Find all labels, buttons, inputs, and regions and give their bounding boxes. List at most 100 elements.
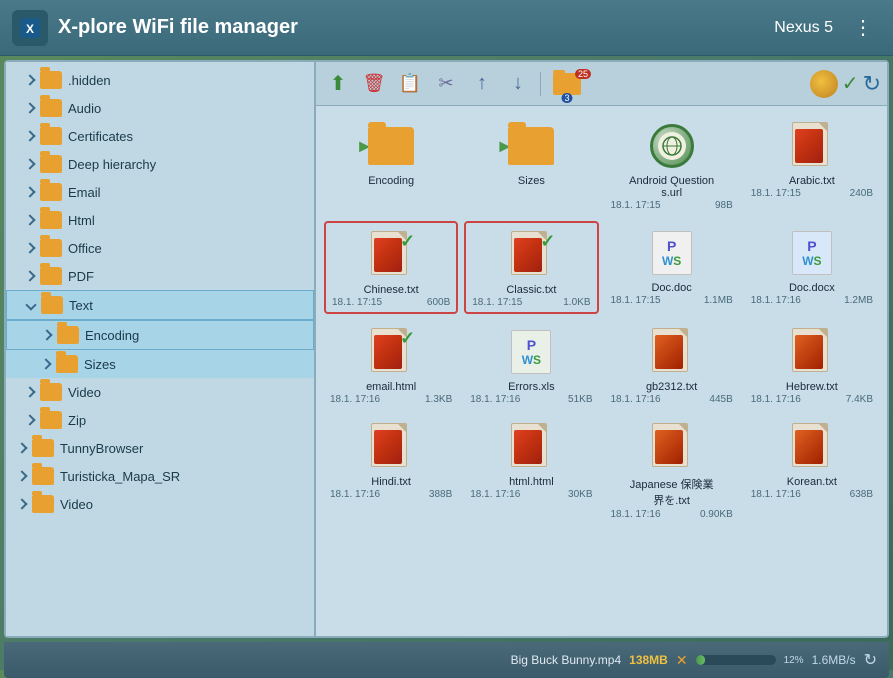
list-item[interactable]: Android Questions.url 18.1. 17:15 98B (605, 114, 739, 215)
letter-s: S (533, 353, 541, 367)
file-name: Arabic.txt (789, 175, 835, 187)
file-date: 18.1. 17:15 (611, 295, 661, 306)
txt-overlay (514, 430, 542, 464)
sidebar-item-audio[interactable]: Audio (6, 94, 314, 122)
sidebar-item-video[interactable]: Video (6, 378, 314, 406)
file-icon-wrap: ▶ (365, 120, 417, 172)
status-cancel-button[interactable]: ✕ (676, 652, 688, 669)
file-date: 18.1. 17:15 (472, 297, 522, 308)
file-size: 1.0KB (563, 297, 590, 308)
file-meta: 18.1. 17:16 1.2MB (749, 295, 875, 306)
sidebar-item-text[interactable]: Text (6, 290, 314, 320)
status-refresh-button[interactable]: ↻ (864, 650, 877, 670)
back-button[interactable]: ⬆ (322, 69, 354, 99)
file-name: Android Questions.url (627, 175, 717, 199)
list-item[interactable]: ✓ email.html 18.1. 17:16 1.3KB (324, 320, 458, 409)
file-name: html.html (509, 476, 554, 488)
status-filename: Big Buck Bunny.mp4 (511, 653, 622, 667)
delete-button[interactable]: 🗑 (358, 69, 390, 99)
list-item[interactable]: P W S Errors.xls 18.1. 17:16 51KB (464, 320, 598, 409)
folder-icon (40, 383, 62, 401)
office-xls-icon: P W S (511, 330, 551, 374)
upload-button[interactable]: ↑ (466, 69, 498, 99)
title-left: X X-plore WiFi file manager (12, 10, 298, 46)
chevron-right-icon (16, 442, 27, 453)
letter-p: P (807, 238, 816, 254)
copy-button[interactable]: 📋 (394, 69, 426, 99)
file-size: 1.3KB (425, 394, 452, 405)
file-meta: 18.1. 17:16 30KB (468, 489, 594, 500)
list-item[interactable]: html.html 18.1. 17:16 30KB (464, 415, 598, 524)
sidebar-item-office[interactable]: Office (6, 234, 314, 262)
letter-w: W (662, 254, 673, 268)
sidebar-item-tunnybrowser[interactable]: TunnyBrowser (6, 434, 314, 462)
file-size: 98B (715, 200, 733, 211)
file-name: Doc.doc (651, 282, 691, 294)
office-doc-icon: P W S (652, 231, 692, 275)
move-button[interactable]: ✂ (430, 69, 462, 99)
sidebar-item-hidden[interactable]: .hidden (6, 66, 314, 94)
file-meta: 18.1. 17:16 7.4KB (749, 394, 875, 405)
list-item[interactable]: Hindi.txt 18.1. 17:16 388B (324, 415, 458, 524)
file-icon-wrap (786, 421, 838, 473)
office-letters: P W S (662, 238, 681, 268)
file-date: 18.1. 17:16 (751, 489, 801, 500)
txt-icon (511, 423, 551, 471)
sidebar-item-email[interactable]: Email (6, 178, 314, 206)
progress-bar-wrap (696, 655, 776, 665)
sidebar-item-encoding[interactable]: Encoding (6, 320, 314, 350)
list-item[interactable]: P W S Doc.docx 18.1. 17:16 1.2MB (745, 221, 879, 314)
chevron-right-icon (24, 270, 35, 281)
letter-w: W (802, 254, 813, 268)
check-button[interactable]: ✓ (842, 71, 859, 96)
sidebar-item-sizes[interactable]: Sizes (6, 350, 314, 378)
file-size: 240B (850, 188, 873, 199)
list-item[interactable]: Arabic.txt 18.1. 17:15 240B (745, 114, 879, 215)
file-icon-wrap (365, 421, 417, 473)
sidebar-item-html[interactable]: Html (6, 206, 314, 234)
sidebar-item-pdf[interactable]: PDF (6, 262, 314, 290)
list-item[interactable]: Japanese 保険業界を.txt 18.1. 17:16 0.90KB (605, 415, 739, 524)
download-button[interactable]: ↓ (502, 69, 534, 99)
refresh-button[interactable]: ↻ (863, 71, 881, 97)
txt-icon (652, 328, 692, 376)
file-meta: 18.1. 17:16 51KB (468, 394, 594, 405)
file-name: Doc.docx (789, 282, 835, 294)
list-item[interactable]: P W S Doc.doc 18.1. 17:15 1.1MB (605, 221, 739, 314)
file-meta: 18.1. 17:16 445B (609, 394, 735, 405)
txt-icon (371, 423, 411, 471)
file-date: 18.1. 17:15 (611, 200, 661, 211)
folder-icon (40, 71, 62, 89)
status-bar: Big Buck Bunny.mp4 138MB ✕ 12% 1.6MB/s ↻ (4, 642, 889, 678)
file-panel: ⬆ 🗑 📋 ✂ ↑ ↓ 2 25 3 ✓ ↻ ▶ (316, 62, 887, 636)
list-item[interactable]: Hebrew.txt 18.1. 17:16 7.4KB (745, 320, 879, 409)
folder-icon (57, 326, 79, 344)
sidebar-item-turisticka[interactable]: Turisticka_Mapa_SR (6, 462, 314, 490)
list-item[interactable]: ▶ Sizes (464, 114, 598, 215)
list-item[interactable]: gb2312.txt 18.1. 17:16 445B (605, 320, 739, 409)
check-mark-icon: ✓ (400, 231, 415, 252)
sidebar-item-certificates[interactable]: Certificates (6, 122, 314, 150)
file-date: 18.1. 17:16 (470, 489, 520, 500)
file-icon-wrap: ▶ (505, 120, 557, 172)
list-item[interactable]: ✓ Chinese.txt 18.1. 17:15 600B (324, 221, 458, 314)
sidebar-item-zip[interactable]: Zip (6, 406, 314, 434)
file-icon-wrap (786, 326, 838, 378)
menu-button[interactable]: ⋮ (845, 11, 881, 44)
txt-overlay (795, 129, 823, 163)
folder-icon (32, 467, 54, 485)
sidebar-item-deep-hierarchy[interactable]: Deep hierarchy (6, 150, 314, 178)
list-item[interactable]: ✓ Classic.txt 18.1. 17:15 1.0KB (464, 221, 598, 314)
sidebar-item-video-root[interactable]: Video (6, 490, 314, 518)
file-name: Chinese.txt (364, 284, 419, 296)
list-item[interactable]: ▶ Encoding (324, 114, 458, 215)
folder-icon (40, 239, 62, 257)
folder-icon (56, 355, 78, 373)
list-item[interactable]: Korean.txt 18.1. 17:16 638B (745, 415, 879, 524)
file-icon-wrap: ✓ (365, 229, 417, 281)
folder-badge-group[interactable]: 2 25 3 (553, 73, 581, 95)
theme-button[interactable] (810, 70, 838, 98)
file-size: 1.1MB (704, 295, 733, 306)
letter-s: S (814, 254, 822, 268)
file-date: 18.1. 17:16 (470, 394, 520, 405)
